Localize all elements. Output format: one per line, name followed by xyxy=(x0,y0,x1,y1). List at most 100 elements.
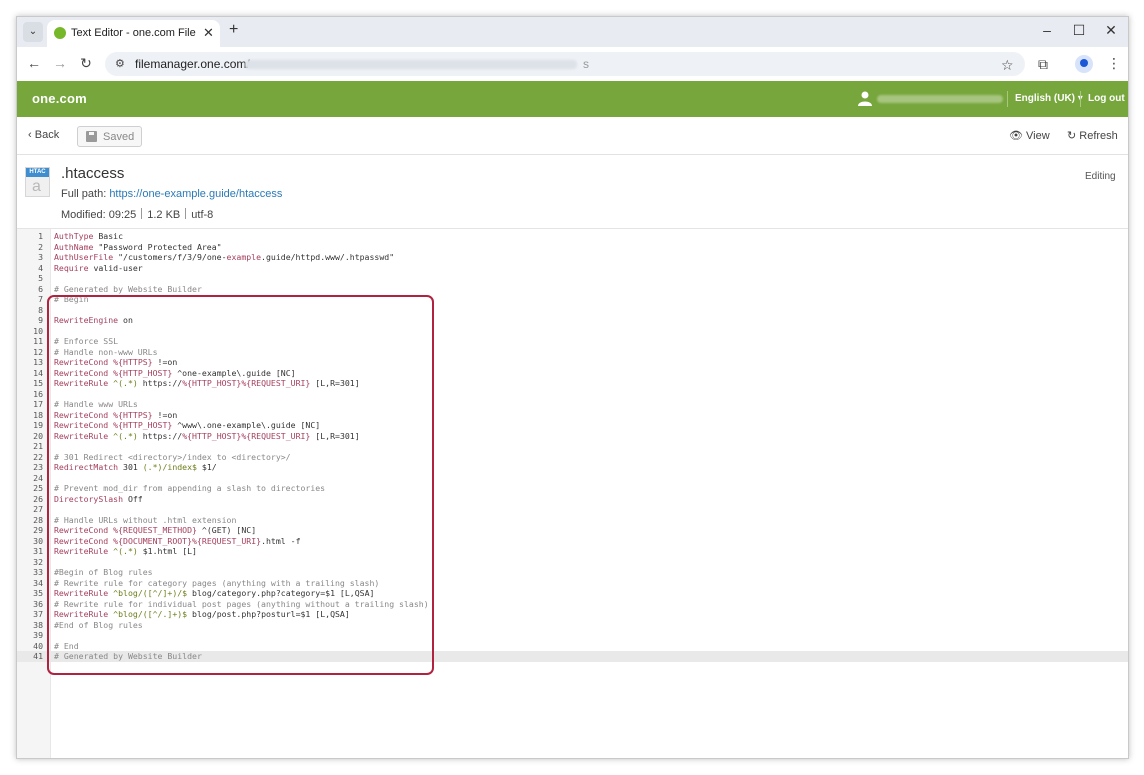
line-number: 23 xyxy=(33,462,43,472)
code-line[interactable]: 12 # Handle non-www URLs xyxy=(17,347,1128,358)
code-lines[interactable]: 1 AuthType Basic 2 AuthName "Password Prote… xyxy=(17,231,1128,662)
code-line[interactable]: 31 RewriteRule ^(.*) $1.html [L] xyxy=(17,546,1128,557)
code-editor[interactable]: 1 AuthType Basic 2 AuthName "Password Prote… xyxy=(17,228,1128,758)
code-line[interactable]: 8 xyxy=(17,305,1128,316)
code-token: # Handle www URLs xyxy=(54,399,138,409)
line-number: 14 xyxy=(33,367,43,378)
code-line[interactable]: 33 #Begin of Blog rules xyxy=(17,567,1128,578)
full-path: Full path: https://one-example.guide/hta… xyxy=(61,188,283,200)
code-line[interactable]: 5 xyxy=(17,273,1128,284)
code-line[interactable]: 41 # Generated by Website Builder xyxy=(17,651,1128,662)
code-token: "Password Protected Area" xyxy=(93,241,222,252)
code-line[interactable]: 32 xyxy=(17,557,1128,568)
editing-status: Editing xyxy=(1085,171,1116,182)
code-line[interactable]: 26 DirectorySlash Off xyxy=(17,494,1128,505)
code-text: AuthUserFile "/customers/f/3/9/one-examp… xyxy=(54,252,394,263)
line-number: 41 xyxy=(33,651,43,661)
chevron-left-icon: ‹ xyxy=(28,129,35,141)
header-divider xyxy=(1080,91,1081,107)
line-number: 9 xyxy=(38,315,43,325)
code-line[interactable]: 29 RewriteCond %{REQUEST_METHOD} ^(GET) [… xyxy=(17,525,1128,536)
code-line[interactable]: 20 RewriteRule ^(.*) https://%{HTTP_HOST}… xyxy=(17,431,1128,442)
code-line[interactable]: 2 AuthName "Password Protected Area" xyxy=(17,242,1128,253)
code-line[interactable]: 9 RewriteEngine on xyxy=(17,315,1128,326)
brand-logo[interactable]: one.com xyxy=(32,91,87,106)
address-bar[interactable]: ⚙ filemanager.one.com/ s xyxy=(105,52,1025,76)
arrow-left-icon[interactable]: ← xyxy=(25,55,43,71)
code-line[interactable]: 6 # Generated by Website Builder xyxy=(17,284,1128,295)
line-number: 35 xyxy=(33,588,43,598)
profile-icon[interactable] xyxy=(1075,55,1093,73)
code-token: 301 xyxy=(118,462,143,472)
logout-link[interactable]: Log out xyxy=(1088,93,1125,104)
tab-strip: ⌄ Text Editor - one.com File Mana ✕ + – … xyxy=(17,17,1128,47)
chevron-down-icon[interactable]: ⌄ xyxy=(23,22,43,42)
code-line[interactable]: 23 RedirectMatch 301 (.*)/index$ $1/ xyxy=(17,462,1128,473)
line-number: 4 xyxy=(38,262,43,273)
code-line[interactable]: 39 xyxy=(17,630,1128,641)
close-icon[interactable]: ✕ xyxy=(203,25,214,41)
code-line[interactable]: 35 RewriteRule ^blog/([^/]+)/$ blog/categ… xyxy=(17,588,1128,599)
eye-icon: 👁 xyxy=(1009,130,1027,142)
code-line[interactable]: 37 RewriteRule ^blog/([^/.]+)$ blog/post.… xyxy=(17,609,1128,620)
language-selector[interactable]: English (UK) ▾ xyxy=(1015,93,1083,104)
code-line[interactable]: 21 xyxy=(17,441,1128,452)
code-line[interactable]: 4 Require valid-user xyxy=(17,263,1128,274)
code-line[interactable]: 30 RewriteCond %{DOCUMENT_ROOT}%{REQUEST_… xyxy=(17,536,1128,547)
code-token: https:// xyxy=(137,430,183,441)
code-line[interactable]: 15 RewriteRule ^(.*) https://%{HTTP_HOST}… xyxy=(17,378,1128,389)
maximize-icon[interactable]: ☐ xyxy=(1069,22,1089,39)
code-line[interactable]: 38 #End of Blog rules xyxy=(17,620,1128,631)
full-path-link[interactable]: https://one-example.guide/htaccess xyxy=(109,188,282,200)
arrow-right-icon[interactable]: → xyxy=(51,55,69,71)
code-line[interactable]: 34 # Rewrite rule for category pages (any… xyxy=(17,578,1128,589)
code-text: RewriteCond %{HTTPS} !=on xyxy=(54,357,177,368)
kebab-icon[interactable]: ⋮ xyxy=(1107,55,1121,72)
back-button[interactable]: ‹ Back xyxy=(28,129,59,141)
code-line[interactable]: 17 # Handle www URLs xyxy=(17,399,1128,410)
code-token: # Begin xyxy=(54,294,89,304)
view-button[interactable]: 👁 View xyxy=(1009,129,1050,142)
refresh-button[interactable]: ↻ Refresh xyxy=(1067,129,1118,142)
code-token: $1.html [L] xyxy=(137,546,197,556)
code-line[interactable]: 13 RewriteCond %{HTTPS} !=on xyxy=(17,357,1128,368)
code-line[interactable]: 1 AuthType Basic xyxy=(17,231,1128,242)
code-line[interactable]: 40 # End xyxy=(17,641,1128,652)
code-line[interactable]: 10 xyxy=(17,326,1128,337)
code-token: example xyxy=(226,252,262,262)
code-line[interactable]: 27 xyxy=(17,504,1128,515)
site-info-icon[interactable]: ⚙ xyxy=(115,57,125,70)
minimize-icon[interactable]: – xyxy=(1037,22,1057,38)
line-number: 33 xyxy=(33,567,43,577)
star-icon[interactable]: ☆ xyxy=(1001,57,1014,74)
app-header: one.com English (UK) ▾ Log out xyxy=(17,81,1128,117)
code-line[interactable]: 7 # Begin xyxy=(17,294,1128,305)
line-number: 17 xyxy=(33,399,43,409)
window-close-icon[interactable]: ✕ xyxy=(1101,22,1121,39)
reload-icon[interactable]: ↻ xyxy=(77,55,95,72)
code-token: # Generated by Website Builder xyxy=(54,283,202,294)
code-line[interactable]: 28 # Handle URLs without .html extension xyxy=(17,515,1128,526)
code-token: RewriteRule xyxy=(54,430,109,441)
browser-tab[interactable]: Text Editor - one.com File Mana ✕ xyxy=(47,20,220,47)
save-button[interactable]: Saved xyxy=(77,126,142,147)
code-line[interactable]: 22 # 301 Redirect <directory>/index to <d… xyxy=(17,452,1128,463)
puzzle-icon[interactable]: ⧉ xyxy=(1038,56,1048,73)
code-line[interactable]: 14 RewriteCond %{HTTP_HOST} ^one-example\… xyxy=(17,368,1128,379)
code-line[interactable]: 3 AuthUserFile "/customers/f/3/9/one-exam… xyxy=(17,252,1128,263)
code-line[interactable]: 16 xyxy=(17,389,1128,400)
code-line[interactable]: 11 # Enforce SSL xyxy=(17,336,1128,347)
code-token: RewriteCond xyxy=(54,535,109,546)
code-line[interactable]: 19 RewriteCond %{HTTP_HOST} ^www\.one-exa… xyxy=(17,420,1128,431)
code-text: # 301 Redirect <directory>/index to <dir… xyxy=(54,452,291,463)
line-number: 26 xyxy=(33,493,43,504)
plus-icon[interactable]: + xyxy=(229,21,238,39)
code-token: AuthName xyxy=(54,241,94,252)
code-line[interactable]: 25 # Prevent mod_dir from appending a sla… xyxy=(17,483,1128,494)
code-line[interactable]: 36 # Rewrite rule for individual post pag… xyxy=(17,599,1128,610)
code-token: ^www\.one-example\.guide [NC] xyxy=(172,420,321,430)
code-token: AuthType xyxy=(54,231,94,241)
code-line[interactable]: 24 xyxy=(17,473,1128,484)
code-line[interactable]: 18 RewriteCond %{HTTPS} !=on xyxy=(17,410,1128,421)
code-token: DirectorySlash xyxy=(54,493,124,504)
